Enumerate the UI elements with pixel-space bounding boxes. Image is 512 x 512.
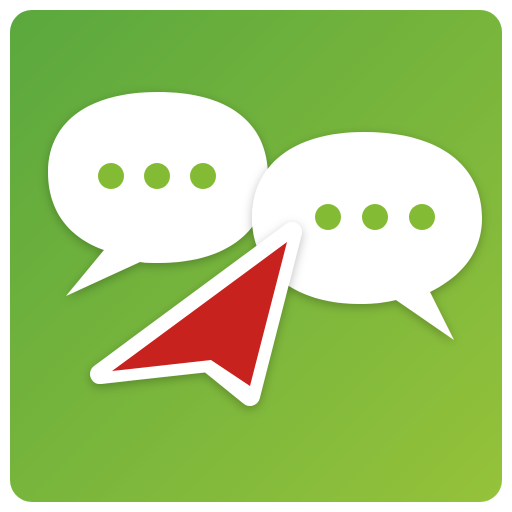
app-icon [0,0,512,512]
typing-dot [315,204,341,230]
app-icon-graphic [10,10,502,502]
typing-dot [409,204,435,230]
typing-dot [98,163,124,189]
typing-dot [144,163,170,189]
typing-dot [362,204,388,230]
typing-dot [190,163,216,189]
